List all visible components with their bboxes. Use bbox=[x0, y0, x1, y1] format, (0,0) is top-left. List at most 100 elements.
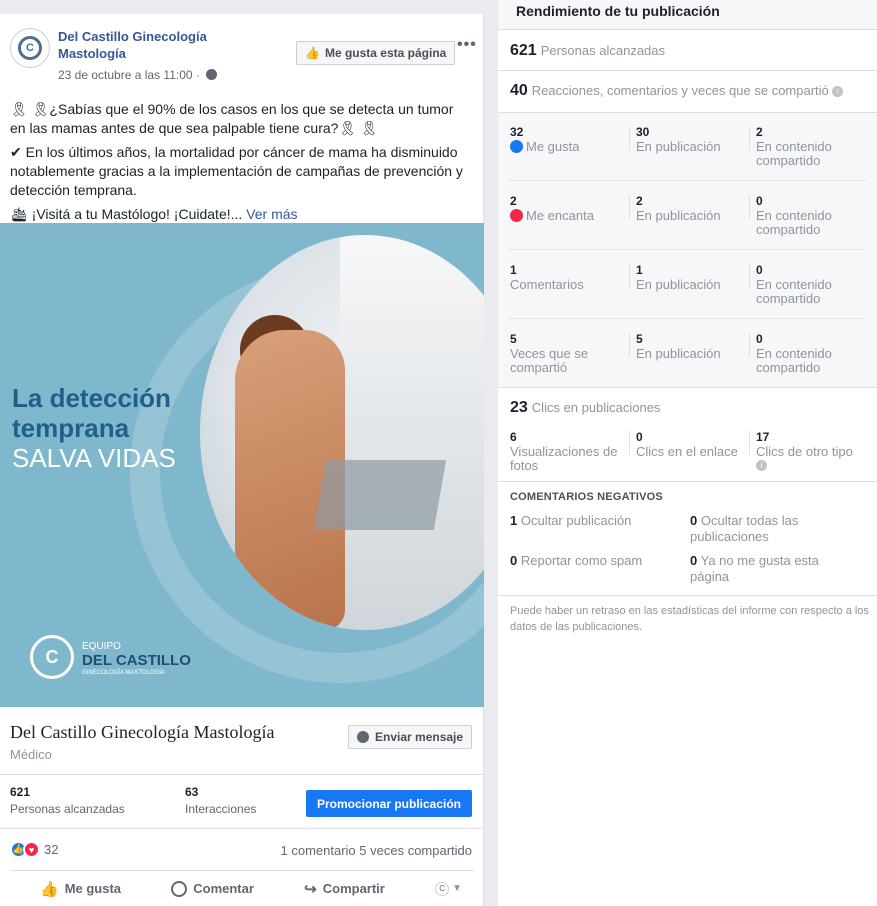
like-button[interactable]: 👍 Me gusta bbox=[40, 880, 121, 898]
post-text-line: 🛳 ¡Visitá a tu Mastólogo! ¡Cuidate!... bbox=[10, 206, 243, 222]
unlike-page-stat: 0 Ya no me gusta esta página bbox=[690, 553, 850, 585]
column-divider bbox=[749, 264, 750, 288]
like-label: Me gusta bbox=[64, 881, 122, 896]
post-image[interactable]: La detección temprana SALVA VIDAS C EQUI… bbox=[0, 223, 484, 707]
cell-label: En publicación bbox=[636, 346, 721, 361]
page-mini-avatar: C bbox=[435, 881, 450, 896]
see-more-link[interactable]: Ver más bbox=[246, 206, 297, 222]
reactions-count: 32 bbox=[44, 842, 59, 857]
cell-label: Clics en el enlace bbox=[636, 444, 738, 459]
loves-post-cell: 2 En publicación bbox=[636, 195, 721, 223]
likes-shared-cell: 2 En contenido compartido bbox=[756, 126, 866, 168]
comments-shares-count[interactable]: 1 comentario 5 veces compartido bbox=[281, 843, 472, 858]
shares-value: 5 bbox=[510, 332, 517, 346]
cell-value: 5 bbox=[636, 332, 643, 346]
performance-panel: Rendimiento de tu publicación 621 Persona… bbox=[498, 0, 877, 906]
loves-cell: 2 Me encanta bbox=[510, 195, 594, 223]
stat-value: 1 bbox=[510, 513, 518, 528]
stat-label: Ocultar publicación bbox=[520, 513, 632, 528]
logo-line-1: EQUIPO bbox=[82, 641, 121, 652]
brand-logo-icon: C bbox=[30, 635, 74, 679]
row-divider bbox=[508, 249, 867, 250]
headline-line-3: SALVA VIDAS bbox=[12, 443, 176, 473]
reach-kpi: 621 Personas alcanzadas bbox=[510, 42, 665, 60]
shares-label: Veces que se compartió bbox=[510, 346, 589, 375]
more-icon[interactable]: ••• bbox=[457, 36, 477, 54]
stat-label: Ya no me gusta esta página bbox=[690, 553, 819, 584]
post-text-paragraph: ✔ En los últimos años, la mortalidad por… bbox=[10, 144, 463, 198]
info-icon[interactable]: i bbox=[832, 86, 844, 97]
column-divider bbox=[629, 264, 630, 288]
send-message-label: Enviar mensaje bbox=[375, 730, 464, 744]
cell-label: En publicación bbox=[636, 277, 721, 292]
card-category: Médico bbox=[10, 747, 52, 762]
cell-value: 30 bbox=[636, 125, 650, 139]
divider bbox=[498, 387, 877, 388]
column-divider bbox=[629, 126, 630, 150]
clicks-kpi: 23 Clics en publicaciones bbox=[510, 399, 660, 417]
like-page-button[interactable]: 👍 Me gusta esta página bbox=[296, 41, 456, 65]
reach-label: Personas alcanzadas bbox=[540, 43, 666, 58]
likes-post-cell: 30 En publicación bbox=[636, 126, 721, 154]
logo-mark: C bbox=[18, 36, 42, 60]
compression-plate bbox=[313, 460, 447, 530]
promote-post-button[interactable]: Promocionar publicación bbox=[306, 790, 472, 817]
row-divider bbox=[508, 180, 867, 181]
card-page-name[interactable]: Del Castillo Ginecología Mastología bbox=[10, 722, 274, 743]
like-page-label: Me gusta esta página bbox=[324, 46, 447, 60]
like-reaction-icon bbox=[510, 140, 523, 153]
share-button[interactable]: ↪ Compartir bbox=[304, 880, 385, 898]
loves-value: 2 bbox=[510, 194, 517, 208]
photo-views-cell: 6 Visualizaciones de fotos bbox=[510, 431, 625, 473]
stat-value: 0 bbox=[690, 553, 698, 568]
engagement-value: 40 bbox=[510, 82, 528, 99]
shares-shared-cell: 0 En contenido compartido bbox=[756, 333, 866, 375]
page-avatar[interactable]: C bbox=[10, 28, 50, 68]
cell-value: 0 bbox=[756, 332, 763, 346]
logo-line-3: GINECOLOGÍA MASTOLOGÍA bbox=[82, 670, 165, 676]
divider bbox=[498, 112, 877, 113]
hero-headline: La detección temprana SALVA VIDAS bbox=[12, 383, 176, 473]
comments-post-cell: 1 En publicación bbox=[636, 264, 721, 292]
stat-value: 621 bbox=[10, 785, 31, 799]
comment-label: Comentar bbox=[193, 881, 254, 896]
stat-label: Reportar como spam bbox=[520, 553, 643, 568]
reactions-summary[interactable]: 👍 ♥ 32 bbox=[10, 841, 58, 858]
panel-title: Rendimiento de tu publicación bbox=[516, 3, 720, 19]
page-card: Del Castillo Ginecología Mastología Médi… bbox=[0, 707, 484, 775]
comments-cell: 1 Comentarios bbox=[510, 264, 584, 292]
post-card: C Del Castillo Ginecología Mastología 23… bbox=[0, 14, 484, 906]
stat-interactions: 63 Interacciones bbox=[185, 785, 256, 816]
comments-label: Comentarios bbox=[510, 277, 584, 292]
stat-label: Interacciones bbox=[185, 802, 257, 816]
comment-icon bbox=[171, 880, 188, 897]
column-divider bbox=[749, 431, 750, 455]
likes-label: Me gusta bbox=[510, 139, 579, 154]
post-date: 23 de octubre a las 11:00 · bbox=[58, 68, 200, 82]
comments-value: 1 bbox=[510, 263, 517, 277]
loves-shared-cell: 0 En contenido compartido bbox=[756, 195, 866, 237]
link-clicks-cell: 0 Clics en el enlace bbox=[636, 431, 738, 459]
negative-feedback-title: COMENTARIOS NEGATIVOS bbox=[510, 491, 663, 503]
info-icon[interactable]: i bbox=[756, 460, 767, 471]
logo-line-2: DEL CASTILLO bbox=[82, 652, 191, 669]
stat-value: 0 bbox=[690, 513, 698, 528]
post-text-paragraph: 🎗 🎗¿Sabías que el 90% de los casos en lo… bbox=[10, 101, 454, 136]
cell-label: En contenido compartido bbox=[756, 277, 832, 306]
shares-post-cell: 5 En publicación bbox=[636, 333, 721, 361]
action-bar: 👍 Me gusta Comentar ↪ Compartir C ▼ bbox=[10, 870, 474, 906]
cell-label: En contenido compartido bbox=[756, 208, 832, 237]
engagement-kpi: 40 Reacciones, comentarios y veces que se… bbox=[510, 82, 844, 100]
loves-label-text: Me encanta bbox=[526, 208, 594, 223]
cell-label: En contenido compartido bbox=[756, 346, 832, 375]
send-message-button[interactable]: Enviar mensaje bbox=[348, 725, 473, 749]
page-name-link[interactable]: Del Castillo Ginecología Mastología bbox=[58, 28, 228, 62]
audience-selector[interactable]: C ▼ bbox=[435, 881, 462, 896]
globe-icon bbox=[206, 69, 218, 80]
chevron-down-icon: ▼ bbox=[452, 883, 462, 894]
column-divider bbox=[749, 195, 750, 219]
comment-button[interactable]: Comentar bbox=[171, 880, 254, 897]
cell-value: 6 bbox=[510, 430, 517, 444]
post-timestamp[interactable]: 23 de octubre a las 11:00 · bbox=[58, 68, 218, 82]
column-divider bbox=[749, 333, 750, 357]
